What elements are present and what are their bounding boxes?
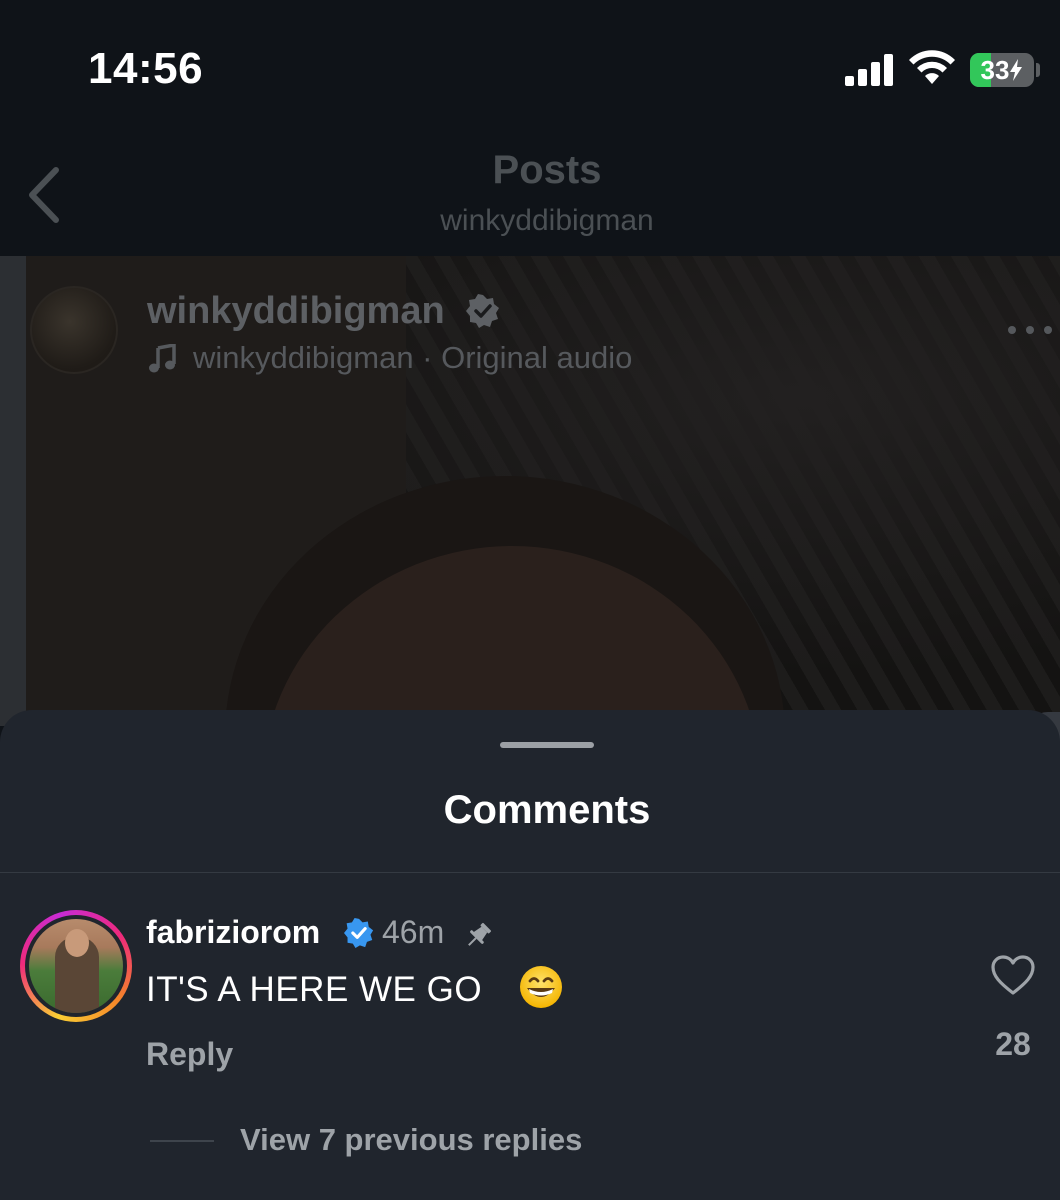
cellular-signal-icon	[845, 54, 897, 86]
comments-sheet: Comments fabriziorom 46m IT'S A HERE WE …	[0, 710, 1060, 1200]
like-count: 28	[995, 1026, 1031, 1062]
post-author-username[interactable]: winkyddibigman	[147, 290, 445, 333]
verified-badge-icon	[344, 918, 374, 948]
pin-icon	[468, 922, 492, 946]
divider	[0, 872, 1060, 873]
heart-icon[interactable]	[990, 954, 1036, 996]
wifi-icon	[909, 50, 955, 84]
charging-bolt-icon	[1010, 59, 1023, 81]
status-bar: 14:56 33	[0, 0, 1060, 130]
battery-charging-icon: 33	[970, 53, 1034, 87]
music-note-icon	[149, 344, 176, 373]
page-title: Posts	[492, 148, 602, 192]
ellipsis-icon[interactable]	[1008, 326, 1054, 336]
comment-timestamp: 46m	[382, 914, 445, 950]
video-edge	[0, 256, 26, 726]
comment-author-username[interactable]: fabriziorom	[146, 914, 320, 951]
original-audio-link[interactable]: winkyddibigman · Original audio	[193, 340, 632, 376]
comments-title: Comments	[443, 788, 651, 832]
comment-author-avatar[interactable]	[29, 919, 123, 1013]
post-author-avatar[interactable]	[30, 286, 118, 374]
grinning-face-emoji-icon	[520, 966, 562, 1008]
post-video[interactable]: winkyddibigman winkyddibigman · Original…	[0, 256, 1060, 726]
sheet-drag-handle[interactable]	[500, 742, 594, 748]
comment-text: IT'S A HERE WE GO	[146, 970, 483, 1009]
replies-divider	[150, 1140, 214, 1142]
battery-level: 33	[980, 54, 1010, 85]
page-subtitle: winkyddibigman	[440, 204, 654, 237]
view-previous-replies-button[interactable]: View 7 previous replies	[240, 1122, 582, 1158]
status-time: 14:56	[88, 44, 204, 93]
verified-badge-icon	[466, 294, 499, 328]
battery-nub	[1036, 63, 1040, 77]
reply-button[interactable]: Reply	[146, 1036, 233, 1073]
posts-header: Posts winkyddibigman	[0, 130, 1060, 256]
